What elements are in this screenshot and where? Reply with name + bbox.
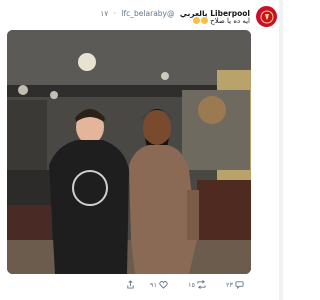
barbershop-photo	[7, 30, 251, 274]
tweet-text: ايه ده يا صلاح	[192, 17, 250, 25]
tweet-text-content: ايه ده يا صلاح	[210, 17, 250, 25]
timestamp[interactable]: ١٧	[100, 9, 108, 18]
share-button[interactable]	[124, 280, 135, 289]
reply-button[interactable]: ٢٣	[226, 280, 244, 289]
retweet-count: ١٥	[188, 280, 195, 289]
like-count: ٩١	[150, 280, 157, 289]
heart-icon	[159, 281, 168, 289]
separator: ·	[113, 9, 117, 18]
liverbird-crest-icon	[260, 10, 273, 23]
scrollbar[interactable]	[279, 0, 283, 300]
avatar[interactable]	[256, 6, 277, 27]
tweet-actions: ٩١ ١٥ ٢٣	[0, 280, 283, 294]
tweet-card[interactable]: Liberpool بالعربي @lfc_belaraby · ١٧ ايه…	[0, 0, 283, 300]
retweet-icon	[197, 280, 206, 289]
laughing-emoji-icon	[192, 17, 200, 24]
like-button[interactable]: ٩١	[150, 280, 168, 289]
reply-count: ٢٣	[226, 280, 233, 289]
handle[interactable]: @lfc_belaraby	[121, 9, 174, 18]
laughing-emoji-icon	[200, 17, 208, 24]
tweet-photo[interactable]	[7, 30, 251, 274]
share-icon	[127, 280, 134, 289]
retweet-button[interactable]: ١٥	[188, 280, 206, 289]
reply-icon	[235, 281, 244, 289]
